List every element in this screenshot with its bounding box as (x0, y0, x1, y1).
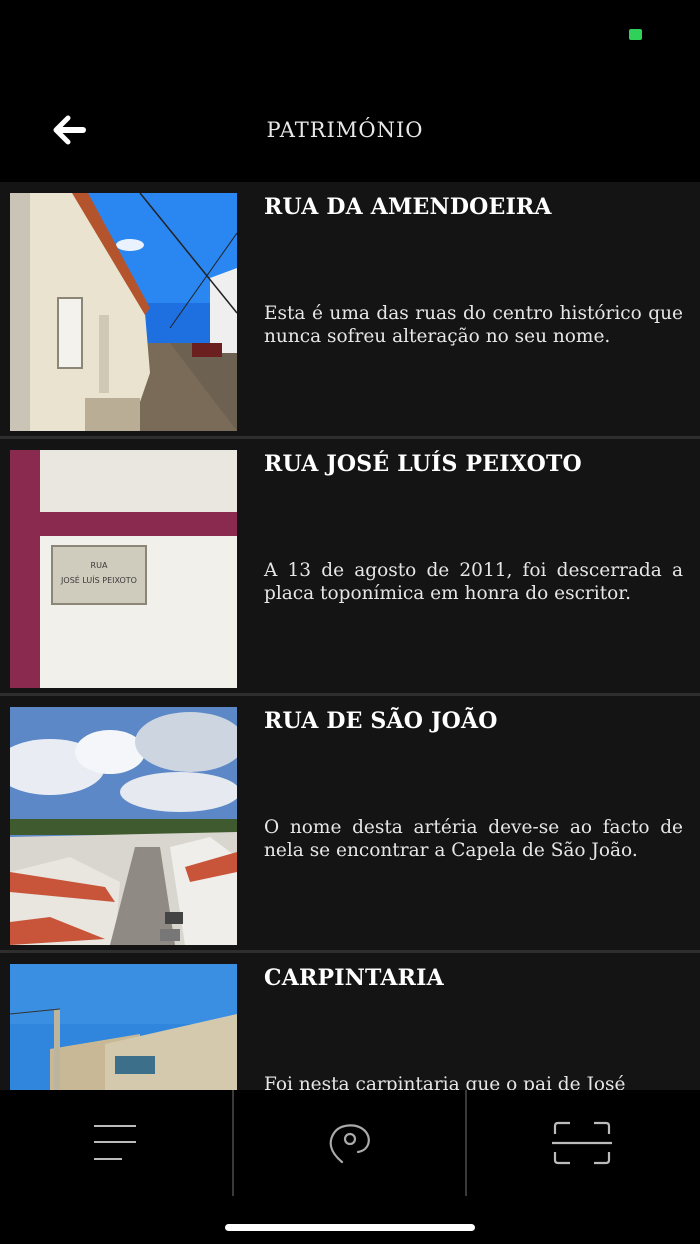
item-description: O nome desta artéria deve-se ao facto de… (264, 817, 683, 861)
item-title: RUA JOSÉ LUÍS PEIXOTO (264, 451, 582, 477)
scan-icon (552, 1121, 612, 1165)
item-description: A 13 de agosto de 2011, foi descerrada a… (264, 560, 683, 604)
heritage-list[interactable]: RUA DA AMENDOEIRA Esta é uma das ruas do… (0, 182, 700, 1090)
list-item[interactable]: RUA DE SÃO JOÃO O nome desta artéria dev… (0, 696, 700, 953)
item-photo: RUA JOSÉ LUÍS PEIXOTO (10, 450, 237, 688)
list-item[interactable]: RUA JOSÉ LUÍS PEIXOTO RUA JOSÉ LUÍS PEIX… (0, 439, 700, 696)
status-indicator (629, 29, 642, 40)
list-item[interactable]: CARPINTARIA Foi nesta carpintaria que o … (0, 953, 700, 1090)
item-photo (10, 193, 237, 431)
list-item[interactable]: RUA DA AMENDOEIRA Esta é uma das ruas do… (0, 182, 700, 439)
item-title: RUA DE SÃO JOÃO (264, 708, 498, 734)
plaque-text-line2: JOSÉ LUÍS PEIXOTO (60, 574, 137, 585)
item-title: CARPINTARIA (264, 965, 444, 991)
plaque-text-line1: RUA (91, 561, 108, 570)
tab-scan[interactable] (467, 1090, 700, 1196)
map-pin-icon (329, 1124, 370, 1164)
item-description: Esta é uma das ruas do centro histórico … (264, 303, 683, 347)
tab-map[interactable] (234, 1090, 465, 1196)
item-title: RUA DA AMENDOEIRA (264, 194, 552, 220)
item-description: Foi nesta carpintaria que o pai de José (264, 1074, 626, 1090)
tab-menu[interactable] (0, 1090, 232, 1196)
item-photo (10, 964, 237, 1090)
home-indicator (225, 1224, 475, 1231)
tab-bar (0, 1090, 700, 1244)
item-photo (10, 707, 237, 945)
header: PATRIMÓNIO (0, 80, 700, 182)
status-bar (0, 0, 700, 80)
menu-icon (94, 1125, 136, 1160)
page-title: PATRIMÓNIO (266, 118, 424, 142)
